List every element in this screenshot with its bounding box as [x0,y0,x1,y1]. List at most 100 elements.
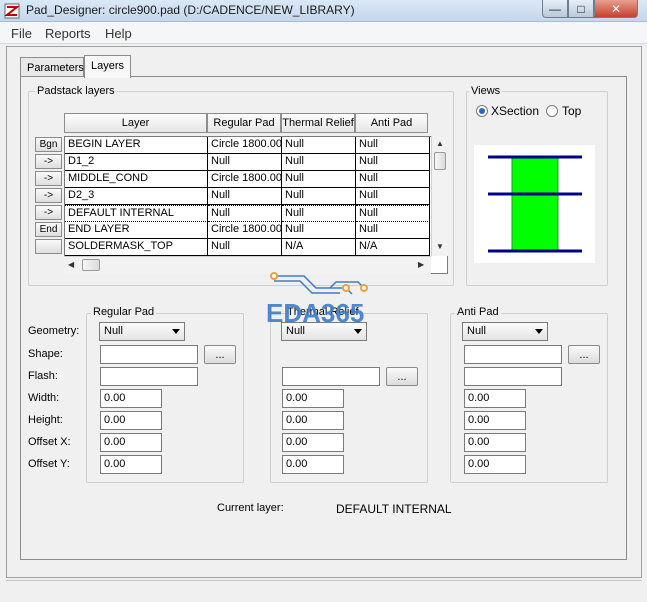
vertical-scroll-thumb[interactable] [434,152,446,170]
top-radio[interactable] [546,105,558,117]
regular-pad-cell[interactable]: Circle 1800.00 [208,171,282,188]
current-layer-value: DEFAULT INTERNAL [336,502,452,516]
regular-pad-offset-x-input[interactable]: 0.00 [100,433,162,452]
regular-pad-flash-input[interactable] [100,367,198,386]
regular-pad-cell[interactable]: Null [208,154,282,171]
layer-cell[interactable]: D1_2 [65,154,208,171]
thermal-relief-flash-input[interactable] [282,367,380,386]
anti-pad-height-input[interactable]: 0.00 [464,411,526,430]
layer-cell[interactable]: DEFAULT INTERNAL [65,205,208,222]
anti-pad-cell[interactable]: Null [356,137,430,154]
chevron-down-icon [354,329,362,334]
layer-cell[interactable]: BEGIN LAYER [65,137,208,154]
anti-pad-geometry-select[interactable]: Null [462,322,548,341]
thermal-relief-height-input[interactable]: 0.00 [282,411,344,430]
views-label: Views [469,85,503,97]
anti-pad-cell[interactable]: Null [356,188,430,205]
row-button-go[interactable]: -> [35,205,62,220]
regular-pad-width-input[interactable]: 0.00 [100,389,162,408]
pad-cross-section [511,156,559,252]
table-row[interactable]: D2_3 Null Null Null [65,188,430,205]
anti-pad-shape-input[interactable] [464,345,562,364]
regular-pad-cell[interactable]: Circle 1800.00 [208,137,282,154]
table-row-selected[interactable]: DEFAULT INTERNAL Null Null Null [65,205,430,222]
column-header-regular-pad[interactable]: Regular Pad [207,113,281,133]
thermal-relief-cell[interactable]: Null [282,188,356,205]
table-row[interactable]: END LAYER Circle 1800.00 Null Null [65,222,430,239]
shape-label: Shape: [28,348,63,360]
offset-y-label: Offset Y: [28,458,70,470]
regular-pad-cell[interactable]: Circle 1800.00 [208,222,282,239]
row-button-go[interactable]: -> [35,171,62,186]
xsection-radio[interactable] [476,105,488,117]
column-header-anti-pad[interactable]: Anti Pad [355,113,428,133]
thermal-relief-cell[interactable]: Null [282,222,356,239]
regular-pad-cell[interactable]: Null [208,239,282,256]
watermark-logo: EDA365 [266,298,365,328]
regular-pad-geometry-select[interactable]: Null [99,322,185,341]
layer-cell[interactable]: SOLDERMASK_TOP [65,239,208,256]
anti-pad-shape-browse-button[interactable]: ... [568,345,600,364]
scroll-right-arrow-icon[interactable]: ▶ [418,260,424,269]
row-button-blank[interactable] [35,239,62,254]
anti-pad-cell[interactable]: Null [356,222,430,239]
anti-pad-offset-x-input[interactable]: 0.00 [464,433,526,452]
thermal-relief-cell[interactable]: Null [282,171,356,188]
table-row[interactable]: D1_2 Null Null Null [65,154,430,171]
anti-pad-width-input[interactable]: 0.00 [464,389,526,408]
thermal-relief-cell[interactable]: Null [282,205,356,222]
thermal-relief-flash-browse-button[interactable]: ... [386,367,418,386]
horizontal-scroll-thumb[interactable] [82,259,100,271]
top-radio-label[interactable]: Top [562,104,581,118]
layer-cell[interactable]: MIDDLE_COND [65,171,208,188]
anti-pad-cell[interactable]: Null [356,205,430,222]
regular-pad-shape-input[interactable] [100,345,198,364]
scroll-up-arrow-icon[interactable]: ▲ [436,139,444,148]
table-row[interactable]: BEGIN LAYER Circle 1800.00 Null Null [65,137,430,154]
grid-vertical-scrollbar[interactable]: ▲ ▼ [431,136,448,256]
regular-pad-cell[interactable]: Null [208,188,282,205]
xsection-preview [474,145,595,263]
regular-pad-shape-browse-button[interactable]: ... [204,345,236,364]
regular-pad-height-input[interactable]: 0.00 [100,411,162,430]
layer-cell[interactable]: END LAYER [65,222,208,239]
thermal-relief-width-input[interactable]: 0.00 [282,389,344,408]
table-row[interactable]: MIDDLE_COND Circle 1800.00 Null Null [65,171,430,188]
anti-pad-geometry-value: Null [467,325,486,337]
column-header-thermal-relief[interactable]: Thermal Relief [281,113,355,133]
scroll-left-arrow-icon[interactable]: ◀ [68,260,74,269]
thermal-relief-offset-x-input[interactable]: 0.00 [282,433,344,452]
height-label: Height: [28,414,63,426]
anti-pad-cell[interactable]: Null [356,154,430,171]
anti-pad-cell[interactable]: Null [356,171,430,188]
regular-pad-geometry-value: Null [104,325,123,337]
anti-pad-flash-input[interactable] [464,367,562,386]
thermal-relief-cell[interactable]: Null [282,154,356,171]
regular-pad-offset-y-input[interactable]: 0.00 [100,455,162,474]
xsection-radio-label[interactable]: XSection [491,104,539,118]
thermal-relief-offset-y-input[interactable]: 0.00 [282,455,344,474]
padstack-layers-label: Padstack layers [35,85,117,97]
column-header-layer[interactable]: Layer [64,113,207,133]
thermal-relief-cell[interactable]: Null [282,137,356,154]
scroll-down-arrow-icon[interactable]: ▼ [436,242,444,251]
regular-pad-label: Regular Pad [91,306,157,318]
padstack-layers-grid[interactable]: BEGIN LAYER Circle 1800.00 Null Null D1_… [64,136,448,274]
regular-pad-cell[interactable]: Null [208,205,282,222]
chevron-down-icon [535,329,543,334]
watermark-circuit-icon [270,272,368,295]
geometry-label: Geometry: [28,325,80,337]
anti-pad-label: Anti Pad [455,306,501,318]
layer-cell[interactable]: D2_3 [65,188,208,205]
row-button-end[interactable]: End [35,222,62,237]
flash-label: Flash: [28,370,58,382]
row-button-begin[interactable]: Bgn [35,137,62,152]
row-button-go[interactable]: -> [35,154,62,169]
anti-pad-cell[interactable]: N/A [356,239,430,256]
width-label: Width: [28,392,60,404]
table-row[interactable]: SOLDERMASK_TOP Null N/A N/A [65,239,430,256]
row-button-go[interactable]: -> [35,188,62,203]
anti-pad-offset-y-input[interactable]: 0.00 [464,455,526,474]
offset-x-label: Offset X: [28,436,71,448]
thermal-relief-cell[interactable]: N/A [282,239,356,256]
